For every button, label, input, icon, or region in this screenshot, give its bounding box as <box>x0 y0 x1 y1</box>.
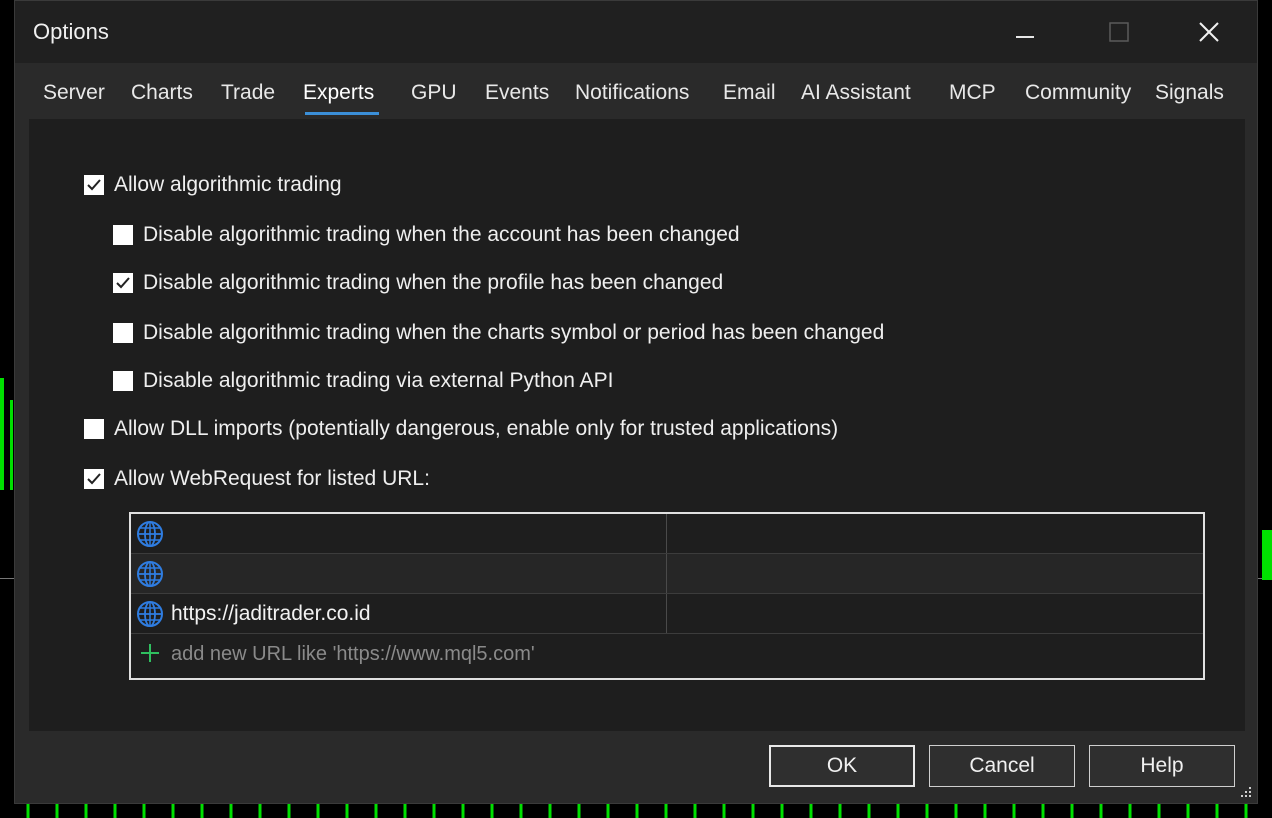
minimize-icon <box>1016 36 1034 38</box>
option-allow-algo-trading[interactable]: Allow algorithmic trading <box>84 172 342 198</box>
options-dialog: Options Server Charts Trade Experts GPU … <box>14 0 1258 804</box>
option-label: Allow DLL imports (potentially dangerous… <box>114 417 839 440</box>
option-disable-on-symbol-change[interactable]: Disable algorithmic trading when the cha… <box>113 320 884 346</box>
tab-events[interactable]: Events <box>485 81 549 105</box>
checkbox[interactable] <box>84 419 104 439</box>
option-label: Disable algorithmic trading when the cha… <box>143 321 885 344</box>
chart-candle-left-2 <box>10 400 13 490</box>
tab-email[interactable]: Email <box>723 81 776 105</box>
column-separator <box>666 514 667 553</box>
chart-candle-right <box>1262 530 1272 580</box>
checkmark-icon <box>116 277 130 289</box>
option-label: Disable algorithmic trading when the acc… <box>143 223 740 246</box>
checkmark-icon <box>87 473 101 485</box>
title-bar: Options <box>15 1 1257 63</box>
experts-panel: Allow algorithmic trading Disable algori… <box>29 119 1245 731</box>
selected-tab-indicator <box>305 112 379 115</box>
resize-grip-icon[interactable] <box>1239 785 1253 799</box>
window-title: Options <box>33 19 109 44</box>
tab-server[interactable]: Server <box>43 81 105 105</box>
globe-icon <box>137 561 163 587</box>
tab-charts[interactable]: Charts <box>131 81 193 105</box>
option-label: Disable algorithmic trading via external… <box>143 369 614 392</box>
checkbox[interactable] <box>84 469 104 489</box>
tab-signals[interactable]: Signals <box>1155 81 1224 105</box>
checkbox[interactable] <box>113 323 133 343</box>
tab-bar: Server Charts Trade Experts GPU Events N… <box>15 63 1257 115</box>
ok-button[interactable]: OK <box>769 745 915 787</box>
url-row[interactable]: https://jaditrader.co.id <box>131 594 1203 634</box>
option-disable-python-api[interactable]: Disable algorithmic trading via external… <box>113 368 613 394</box>
option-label: Allow algorithmic trading <box>114 173 342 196</box>
checkbox[interactable] <box>113 371 133 391</box>
tab-experts[interactable]: Experts <box>303 81 374 105</box>
maximize-icon <box>1109 22 1129 42</box>
tab-notifications[interactable]: Notifications <box>575 81 689 105</box>
globe-icon <box>137 601 163 627</box>
tab-community[interactable]: Community <box>1025 81 1131 105</box>
url-list[interactable]: https://jaditrader.co.id add new URL lik… <box>129 512 1205 680</box>
tab-ai-assistant[interactable]: AI Assistant <box>801 81 911 105</box>
globe-icon <box>137 521 163 547</box>
column-separator <box>666 594 667 633</box>
checkbox[interactable] <box>84 175 104 195</box>
option-disable-on-profile-change[interactable]: Disable algorithmic trading when the pro… <box>113 270 723 296</box>
chart-candle-left <box>0 378 4 490</box>
cancel-button[interactable]: Cancel <box>929 745 1075 787</box>
option-label: Allow WebRequest for listed URL: <box>114 467 430 490</box>
minimize-button[interactable] <box>1007 15 1043 49</box>
add-url-row[interactable]: add new URL like 'https://www.mql5.com' <box>131 634 1203 674</box>
help-button[interactable]: Help <box>1089 745 1235 787</box>
url-row[interactable] <box>131 554 1203 594</box>
tab-trade[interactable]: Trade <box>221 81 275 105</box>
option-disable-on-account-change[interactable]: Disable algorithmic trading when the acc… <box>113 222 740 248</box>
tab-mcp[interactable]: MCP <box>949 81 996 105</box>
close-button[interactable] <box>1191 15 1227 49</box>
column-separator <box>666 554 667 593</box>
checkmark-icon <box>87 179 101 191</box>
chart-price-line <box>0 578 14 579</box>
add-url-placeholder: add new URL like 'https://www.mql5.com' <box>171 643 535 665</box>
option-label: Disable algorithmic trading when the pro… <box>143 271 724 294</box>
url-row[interactable] <box>131 514 1203 554</box>
option-allow-webrequest[interactable]: Allow WebRequest for listed URL: <box>84 466 430 492</box>
maximize-button[interactable] <box>1101 15 1137 49</box>
url-text: https://jaditrader.co.id <box>171 602 371 625</box>
option-allow-dll-imports[interactable]: Allow DLL imports (potentially dangerous… <box>84 416 838 442</box>
tab-gpu[interactable]: GPU <box>411 81 457 105</box>
checkbox[interactable] <box>113 273 133 293</box>
close-icon <box>1199 22 1219 42</box>
checkbox[interactable] <box>113 225 133 245</box>
plus-icon <box>141 644 159 662</box>
